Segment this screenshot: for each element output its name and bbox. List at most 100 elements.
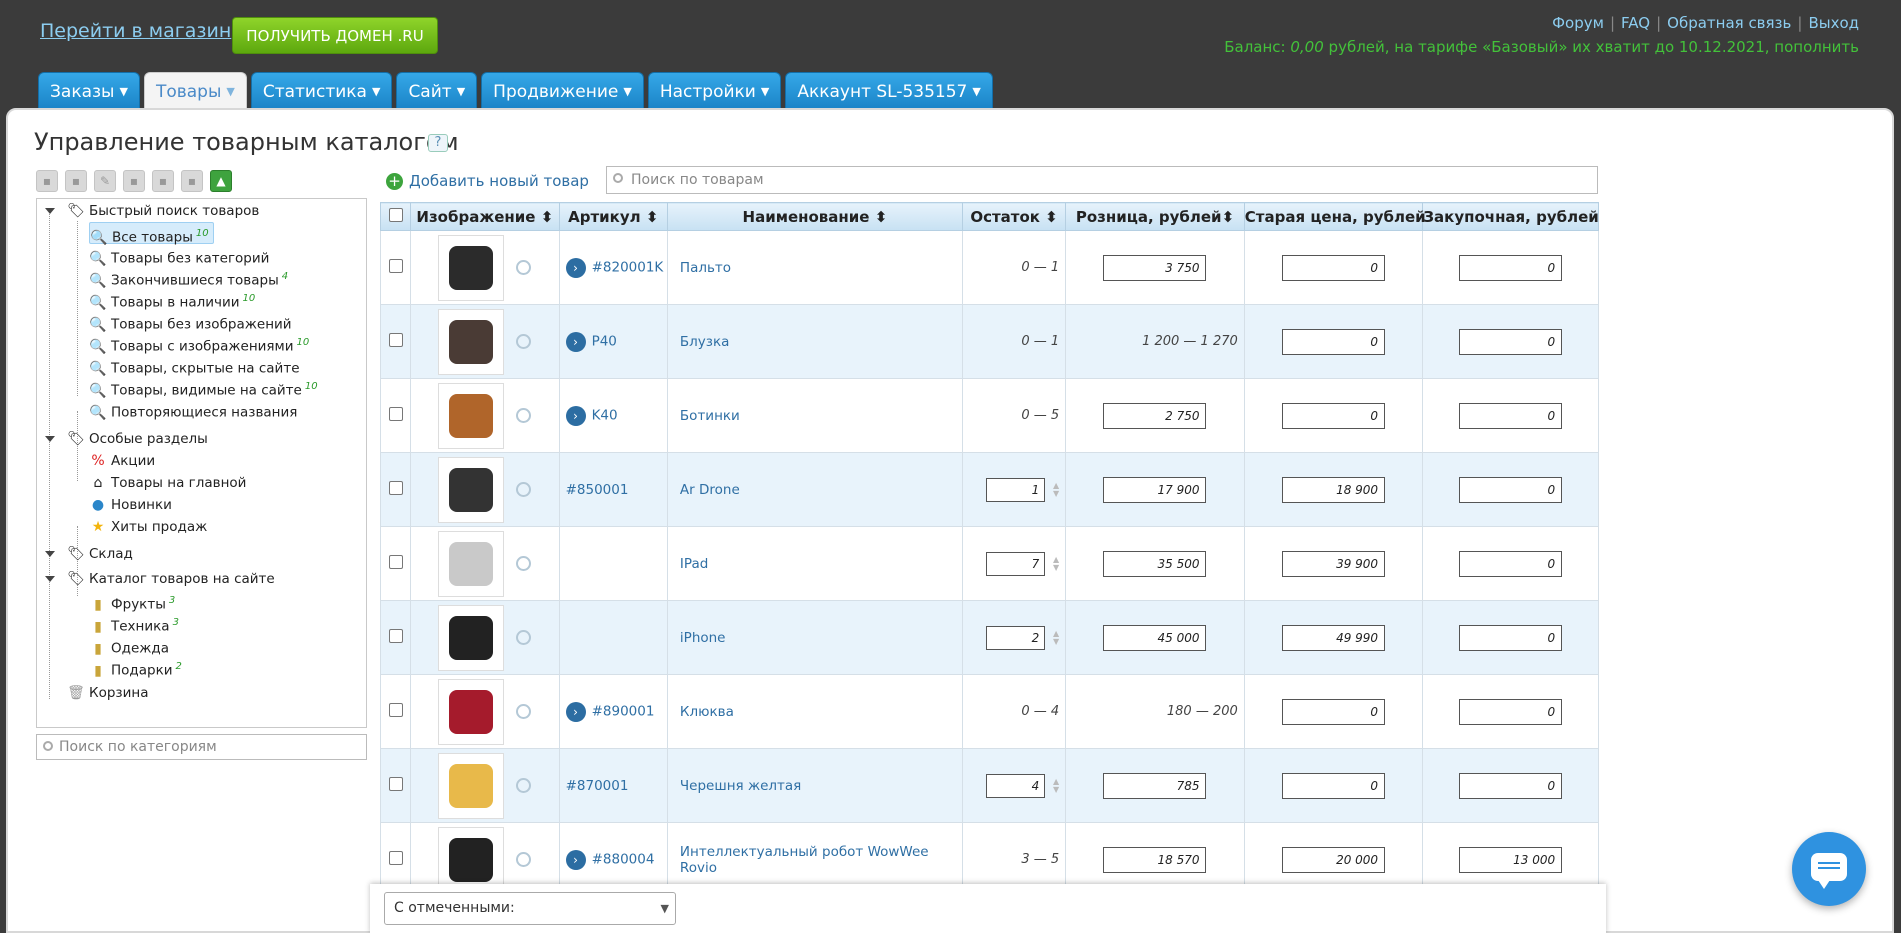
table-row[interactable]: #870001 Черешня желтая 4 ▲ ▼ 785 0 0 — [379, 748, 1599, 823]
expand-variants-icon[interactable]: › — [565, 701, 586, 722]
expand-variants-icon[interactable]: › — [565, 849, 586, 870]
purchase-price-input[interactable]: 0 — [1459, 624, 1563, 651]
old-price-input[interactable]: 0 — [1282, 254, 1386, 281]
get-domain-button[interactable]: ПОЛУЧИТЬ ДОМЕН .RU — [232, 17, 438, 54]
purchase-price-input[interactable]: 0 — [1459, 476, 1563, 503]
spinner-icon[interactable]: ▲ ▼ — [1049, 777, 1059, 794]
tab-promotion[interactable]: Продвижение ▼ — [481, 72, 644, 110]
row-checkbox[interactable] — [388, 702, 403, 717]
expand-variants-icon[interactable]: › — [565, 331, 586, 352]
sku-link[interactable]: #870001 — [566, 778, 629, 794]
balance-info[interactable]: Баланс: 0,00 рублей, на тарифе «Базовый»… — [1224, 38, 1859, 56]
tree-item-hidden[interactable]: 🔍 Товары, скрытые на сайте — [89, 354, 303, 377]
col-name[interactable]: Наименование ⬍ — [666, 202, 963, 231]
sku-link[interactable]: #850001 — [566, 482, 629, 498]
tree-item-in-stock[interactable]: 🔍 Товары в наличии 10 — [89, 288, 255, 311]
product-search-input[interactable]: Поиск по товарам — [606, 166, 1598, 194]
tree-group-special[interactable]: 🏷 Особые разделы — [67, 428, 208, 450]
purchase-price-input[interactable]: 0 — [1459, 698, 1563, 725]
tree-item-duplicate-names[interactable]: 🔍 Повторяющиеся названия — [89, 398, 300, 421]
category-search-input[interactable]: Поиск по категориям — [36, 734, 367, 760]
product-thumbnail[interactable] — [438, 308, 505, 375]
table-row[interactable]: #850001 Ar Drone 1 ▲ ▼ 17 900 18 900 0 — [379, 452, 1599, 527]
spinner-icon[interactable]: ▲ ▼ — [1049, 481, 1059, 498]
purchase-price-input[interactable]: 0 — [1459, 328, 1563, 355]
add-product-link[interactable]: + Добавить новый товар — [386, 172, 589, 190]
table-row[interactable]: IPad 7 ▲ ▼ 35 500 39 900 0 — [379, 526, 1599, 601]
zoom-icon[interactable] — [516, 778, 532, 793]
sku-link[interactable]: K40 — [592, 407, 618, 423]
product-thumbnail[interactable] — [438, 456, 505, 523]
zoom-icon[interactable] — [516, 260, 532, 275]
purchase-price-input[interactable]: 0 — [1459, 254, 1563, 281]
tab-products[interactable]: Товары ▼ — [143, 72, 247, 110]
remove-category-icon[interactable]: ▪ — [65, 170, 87, 192]
export-icon[interactable]: ▲ — [210, 170, 232, 192]
retail-price-input[interactable]: 18 570 — [1103, 846, 1207, 873]
purchase-price-input[interactable]: 0 — [1459, 772, 1563, 799]
product-name-link[interactable]: Клюква — [680, 704, 734, 720]
collapse-toggle-icon[interactable] — [45, 208, 55, 214]
tree-item-out-of-stock[interactable]: 🔍 Закончившиеся товары 4 — [89, 266, 288, 289]
go-to-shop-link[interactable]: Перейти в магазин — [40, 20, 231, 42]
product-thumbnail[interactable] — [438, 752, 505, 819]
forum-link[interactable]: Форум — [1552, 14, 1604, 32]
sku-link[interactable]: #890001 — [592, 703, 655, 719]
old-price-input[interactable]: 49 990 — [1282, 624, 1386, 651]
old-price-input[interactable]: 0 — [1282, 698, 1386, 725]
collapse-toggle-icon[interactable] — [45, 436, 55, 442]
retail-price-input[interactable]: 17 900 — [1103, 476, 1207, 503]
retail-price-input[interactable]: 2 750 — [1103, 402, 1207, 429]
tree-item-with-images[interactable]: 🔍 Товары с изображениями 10 — [89, 332, 309, 355]
tree-item-promotions[interactable]: % Акции — [89, 450, 155, 472]
product-thumbnail[interactable] — [438, 382, 505, 449]
product-name-link[interactable]: Ботинки — [680, 408, 740, 424]
zoom-icon[interactable] — [516, 408, 532, 423]
zoom-icon[interactable] — [516, 334, 532, 349]
select-all-checkbox[interactable] — [379, 202, 412, 231]
stock-input[interactable]: 1 — [986, 477, 1046, 502]
tab-settings[interactable]: Настройки ▼ — [647, 72, 782, 110]
product-thumbnail[interactable] — [438, 530, 505, 597]
edit-category-icon[interactable]: ✎ — [94, 170, 116, 192]
copy-icon[interactable]: ▪ — [181, 170, 203, 192]
sku-link[interactable]: #880004 — [592, 851, 655, 867]
tree-item-new[interactable]: ● Новинки — [89, 494, 172, 516]
row-checkbox[interactable] — [388, 628, 403, 643]
product-name-link[interactable]: Блузка — [680, 334, 730, 350]
zoom-icon[interactable] — [516, 556, 532, 571]
logout-link[interactable]: Выход — [1808, 14, 1859, 32]
stock-input[interactable]: 7 — [986, 551, 1046, 576]
purchase-price-input[interactable]: 0 — [1459, 402, 1563, 429]
zoom-icon[interactable] — [516, 482, 532, 497]
collapse-toggle-icon[interactable] — [45, 576, 55, 582]
row-checkbox[interactable] — [388, 480, 403, 495]
tree-item-tech[interactable]: ▮ Техника 3 — [89, 612, 179, 635]
tree-item-clothes[interactable]: ▮ Одежда — [89, 634, 172, 657]
sku-link[interactable]: P40 — [592, 333, 617, 349]
table-row[interactable]: › K40 Ботинки 0 — 5 2 750 0 0 — [379, 378, 1599, 453]
retail-price-input[interactable]: 3 750 — [1103, 254, 1207, 281]
row-checkbox[interactable] — [388, 332, 403, 347]
row-checkbox[interactable] — [388, 406, 403, 421]
bulk-action-select[interactable]: С отмеченными: ▼ — [384, 892, 676, 925]
spinner-icon[interactable]: ▲ ▼ — [1049, 555, 1059, 572]
add-category-icon[interactable]: ▪ — [36, 170, 58, 192]
retail-price-input[interactable]: 785 — [1103, 772, 1207, 799]
spinner-icon[interactable]: ▲ ▼ — [1049, 629, 1059, 646]
row-checkbox[interactable] — [388, 258, 403, 273]
table-row[interactable]: › #820001K Пальто 0 — 1 3 750 0 0 — [379, 230, 1599, 305]
product-name-link[interactable]: Интеллектуальный робот WowWee Rovio — [680, 844, 929, 876]
tree-group-quick-search[interactable]: 🏷 Быстрый поиск товаров — [67, 200, 259, 222]
tree-group-catalog[interactable]: 🏷 Каталог товаров на сайте — [67, 568, 275, 590]
tab-orders[interactable]: Заказы ▼ — [38, 72, 140, 110]
stock-input[interactable]: 2 — [986, 625, 1046, 650]
tree-item-fruits[interactable]: ▮ Фрукты 3 — [89, 590, 175, 613]
product-thumbnail[interactable] — [438, 678, 505, 745]
tree-item-trash[interactable]: 🗑 Корзина — [67, 682, 148, 704]
table-row[interactable]: › P40 Блузка 0 — 11 200 — 1 270 0 0 — [379, 304, 1599, 379]
zoom-icon[interactable] — [516, 704, 532, 719]
product-thumbnail[interactable] — [438, 826, 505, 893]
product-thumbnail[interactable] — [438, 604, 505, 671]
move-up-icon[interactable]: ▪ — [123, 170, 145, 192]
